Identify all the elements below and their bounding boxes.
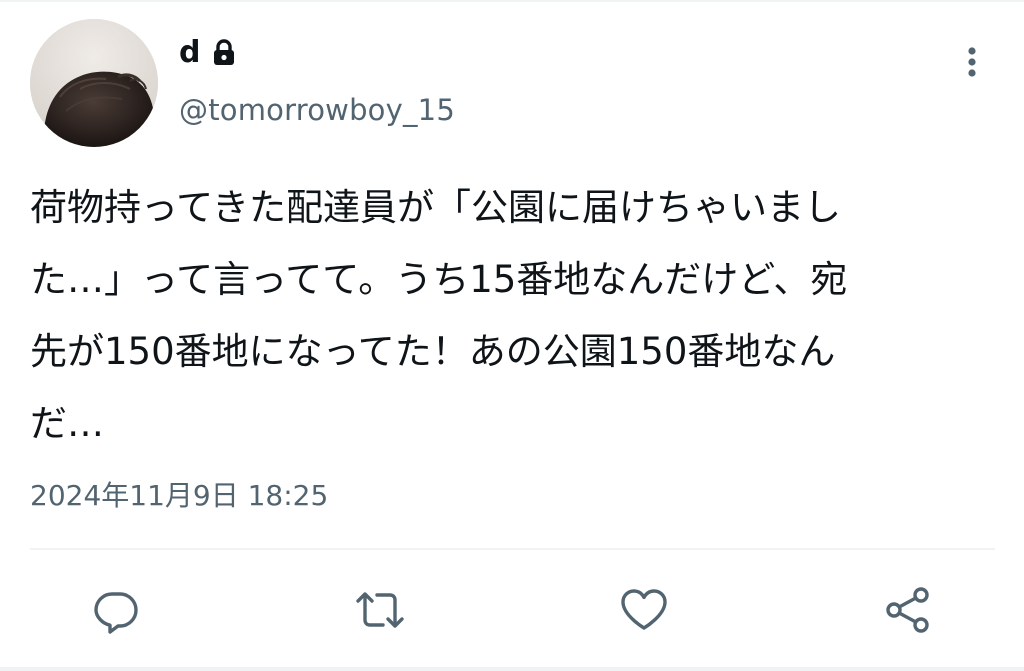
more-options-button[interactable] bbox=[955, 40, 989, 84]
reply-icon bbox=[94, 592, 138, 634]
share-icon bbox=[886, 587, 929, 633]
author-name-row[interactable]: d bbox=[179, 33, 242, 73]
share-button[interactable] bbox=[882, 584, 934, 636]
bottom-divider bbox=[0, 667, 1024, 671]
top-divider bbox=[0, 0, 1024, 2]
tweet-text-line: た…」って言ってて。うち15番地なんだけど、宛 bbox=[30, 258, 848, 301]
reply-button[interactable] bbox=[90, 584, 142, 636]
like-button[interactable] bbox=[618, 584, 670, 636]
display-name[interactable]: d bbox=[179, 33, 200, 73]
retweet-button[interactable] bbox=[354, 584, 406, 636]
divider bbox=[30, 548, 995, 550]
author-handle[interactable]: @tomorrowboy_15 bbox=[179, 88, 455, 132]
more-vertical-icon bbox=[968, 47, 976, 77]
tweet-text-line: だ… bbox=[30, 402, 104, 445]
avatar[interactable] bbox=[30, 19, 158, 147]
heart-icon bbox=[621, 589, 667, 630]
retweet-icon bbox=[356, 592, 404, 628]
tweet-timestamp[interactable]: 2024年11月9日 18:25 bbox=[30, 474, 328, 518]
avatar-image bbox=[30, 19, 158, 147]
tweet-detail: d @tomorrowboy_15 荷物持ってきた配達員が「公園に届けちゃいまし… bbox=[0, 0, 1024, 671]
tweet-text-line: 先が150番地になってた！あの公園150番地なん bbox=[30, 330, 836, 373]
tweet-text-line: 荷物持ってきた配達員が「公園に届けちゃいまし bbox=[30, 186, 842, 229]
lock-icon bbox=[208, 36, 242, 70]
tweet-text: 荷物持ってきた配達員が「公園に届けちゃいまし た…」って言ってて。うち15番地な… bbox=[30, 172, 995, 460]
